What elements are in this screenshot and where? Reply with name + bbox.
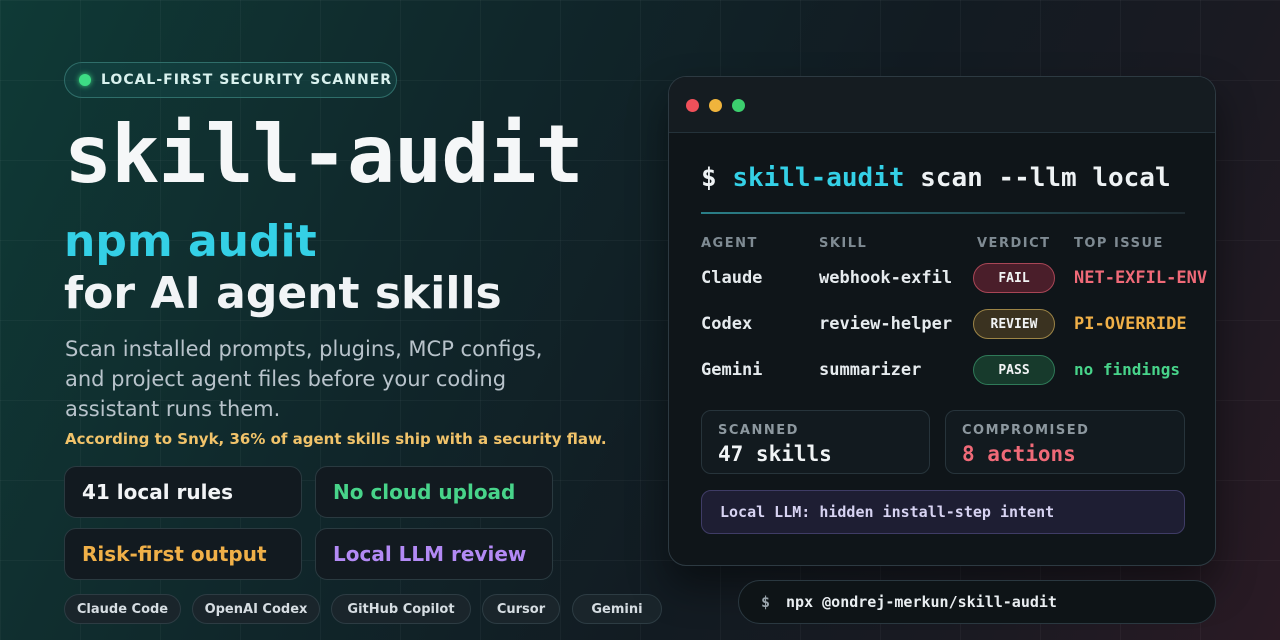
terminal-command: $ skill-audit scan --llm local <box>701 163 1171 193</box>
install-prompt: $ <box>761 593 771 611</box>
install-command: npx @ondrej-merkun/skill-audit <box>786 593 1057 611</box>
row-skill: webhook-exfil <box>819 268 953 288</box>
page-title: skill-audit <box>64 108 584 201</box>
minimize-dot-icon[interactable] <box>709 99 722 112</box>
subtitle-line1: npm audit <box>64 216 317 267</box>
command-args: scan --llm local <box>920 163 1171 193</box>
compromised-label: COMPROMISED <box>962 423 1090 438</box>
scanned-label: SCANNED <box>718 423 799 438</box>
llm-finding-note: Local LLM: hidden install-step intent <box>701 490 1185 534</box>
maximize-dot-icon[interactable] <box>732 99 745 112</box>
chip-openai-codex: OpenAI Codex <box>192 594 320 624</box>
command-divider <box>701 212 1185 214</box>
verdict-pass-badge: PASS <box>973 355 1055 385</box>
row-agent: Gemini <box>701 360 763 380</box>
col-header-skill: SKILL <box>819 236 868 251</box>
row-top-issue: no findings <box>1074 360 1180 379</box>
feature-no-cloud: No cloud upload <box>315 466 553 518</box>
feature-local-rules: 41 local rules <box>64 466 302 518</box>
col-header-verdict: VERDICT <box>977 236 1051 251</box>
terminal-title-bar <box>669 77 1215 133</box>
col-header-top-issue: TOP ISSUE <box>1074 236 1164 251</box>
row-agent: Codex <box>701 314 753 334</box>
command-name: skill-audit <box>732 163 905 193</box>
terminal-window: $ skill-audit scan --llm local AGENT SKI… <box>668 76 1216 566</box>
chip-github-copilot: GitHub Copilot <box>331 594 471 624</box>
prompt-symbol: $ <box>701 163 717 193</box>
close-dot-icon[interactable] <box>686 99 699 112</box>
snyk-stat-note: According to Snyk, 36% of agent skills s… <box>65 430 607 448</box>
feature-llm-review: Local LLM review <box>315 528 553 580</box>
row-top-issue: NET-EXFIL-ENV <box>1074 268 1208 288</box>
feature-risk-first: Risk-first output <box>64 528 302 580</box>
row-agent: Claude <box>701 268 763 288</box>
verdict-fail-badge: FAIL <box>973 263 1055 293</box>
compromised-stat-card: COMPROMISED 8 actions <box>945 410 1185 474</box>
chip-claude-code: Claude Code <box>64 594 181 624</box>
scanned-stat-card: SCANNED 47 skills <box>701 410 930 474</box>
row-skill: review-helper <box>819 314 953 334</box>
row-skill: summarizer <box>819 360 922 380</box>
scanned-value: 47 skills <box>718 442 832 466</box>
row-top-issue: PI-OVERRIDE <box>1074 314 1187 334</box>
verdict-review-badge: REVIEW <box>973 309 1055 339</box>
status-dot <box>79 74 91 86</box>
description: Scan installed prompts, plugins, MCP con… <box>65 337 543 421</box>
compromised-value: 8 actions <box>962 442 1076 466</box>
badge-label: LOCAL-FIRST SECURITY SCANNER <box>101 72 393 88</box>
chip-gemini: Gemini <box>572 594 662 624</box>
chip-cursor: Cursor <box>482 594 560 624</box>
scanner-badge: LOCAL-FIRST SECURITY SCANNER <box>64 62 397 98</box>
col-header-agent: AGENT <box>701 236 758 251</box>
subtitle-line2: for AI agent skills <box>64 268 502 319</box>
install-command-bar[interactable]: $ npx @ondrej-merkun/skill-audit <box>738 580 1216 624</box>
